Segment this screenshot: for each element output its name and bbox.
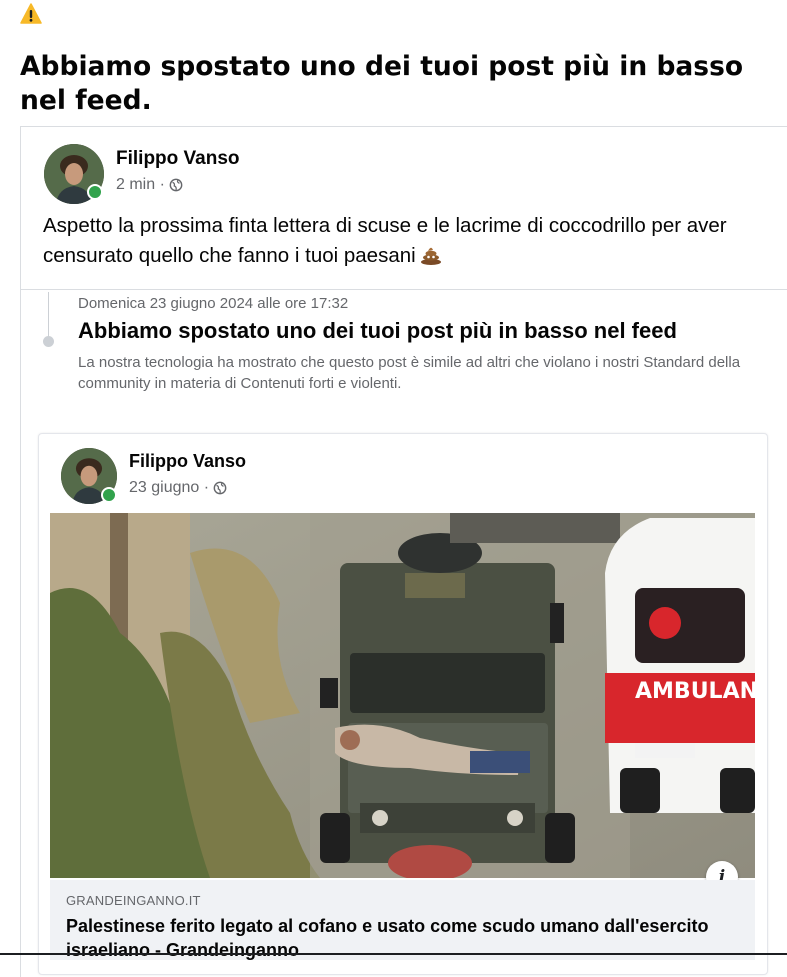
page-headline: Abbiamo spostato uno dei tuoi post più i… bbox=[20, 51, 744, 116]
timeline-dot bbox=[43, 336, 54, 347]
warning-triangle-icon bbox=[20, 3, 42, 24]
post-meta: 2 min · bbox=[116, 176, 183, 194]
link-preview-image[interactable]: AMBULAN bbox=[50, 513, 755, 878]
post-timestamp[interactable]: 2 min · bbox=[116, 176, 165, 194]
divider bbox=[21, 289, 787, 290]
timeline-line bbox=[48, 292, 49, 338]
post-text-content: Aspetto la prossima finta lettera di scu… bbox=[43, 214, 727, 267]
svg-text:AMBULAN: AMBULAN bbox=[635, 679, 755, 704]
online-status-indicator bbox=[101, 487, 117, 503]
notice-date: Domenica 23 giugno 2024 alle ore 17:32 bbox=[78, 295, 349, 312]
online-status-indicator bbox=[87, 184, 103, 200]
post-text: Aspetto la prossima finta lettera di scu… bbox=[43, 211, 763, 271]
notice-body: La nostra tecnologia ha mostrato che que… bbox=[78, 354, 741, 392]
post-author-name[interactable]: Filippo Vanso bbox=[116, 148, 240, 170]
bottom-border bbox=[0, 953, 787, 955]
shared-post-timestamp[interactable]: 23 giugno · bbox=[129, 479, 209, 497]
poop-emoji-icon bbox=[420, 247, 441, 265]
shared-post-author-name[interactable]: Filippo Vanso bbox=[129, 451, 246, 472]
notice-title: Abbiamo spostato uno dei tuoi post più i… bbox=[78, 318, 677, 343]
shared-post-meta: 23 giugno · bbox=[129, 479, 227, 497]
globe-icon bbox=[169, 178, 183, 192]
link-domain: GRANDEINGANNO.IT bbox=[66, 893, 201, 908]
globe-icon bbox=[213, 481, 227, 495]
